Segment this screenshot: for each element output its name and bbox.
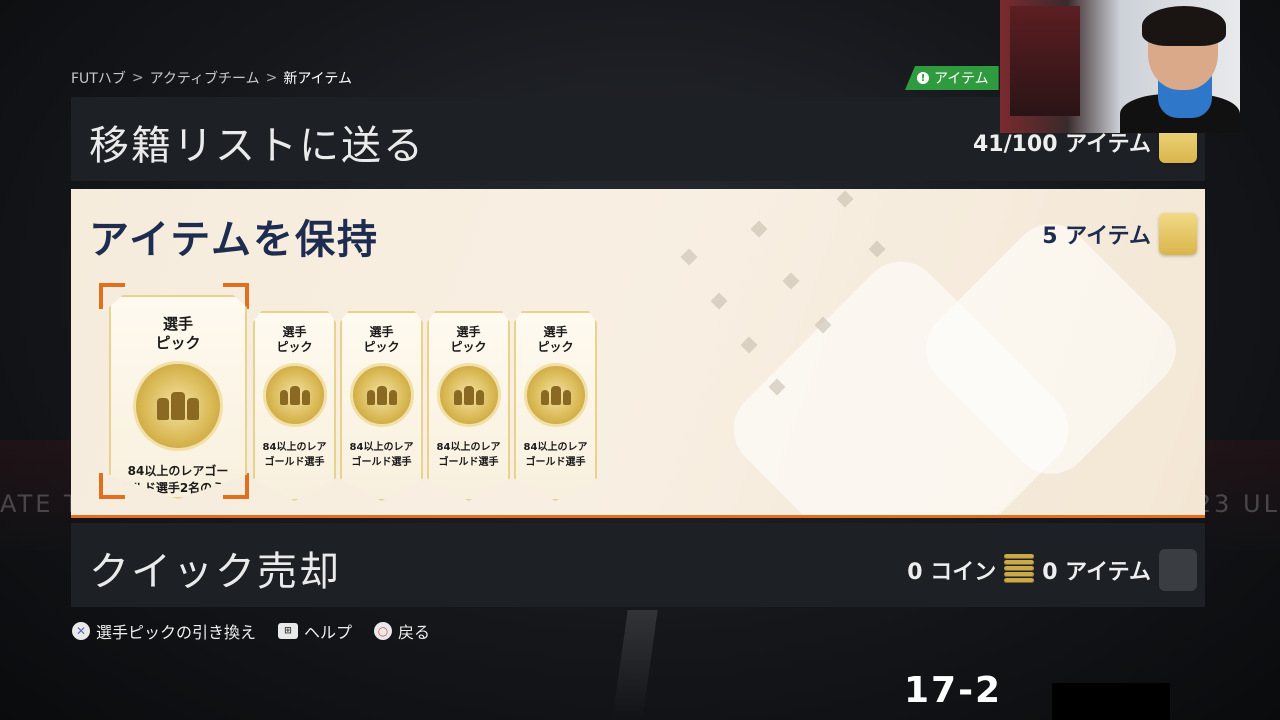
pitch-line <box>612 610 658 720</box>
decorative-diamond <box>710 292 728 310</box>
card-type-label: 選手 ピック <box>342 325 421 355</box>
breadcrumb: FUTハブ > アクティブチーム > 新アイテム <box>71 68 352 88</box>
button-hints: ✕ 選手ピックの引き換え ⊞ ヘルプ ○ 戻る <box>72 619 430 643</box>
player-pick-card[interactable]: 選手 ピック 84以上のレア ゴールド選手 <box>253 311 336 501</box>
breadcrumb-separator: > <box>265 70 278 86</box>
card-desc-line: 84以上のレア <box>523 442 588 453</box>
card-label-line: 選手 <box>543 325 568 339</box>
decorative-diamond <box>740 336 758 354</box>
card-type-label: 選手 ピック <box>516 325 595 355</box>
background-text-right: 23 UL <box>1195 490 1280 518</box>
gold-card-icon <box>1159 213 1197 255</box>
card-label-line: ピック <box>450 340 487 354</box>
player-pick-card[interactable]: 選手 ピック 84以上のレア ゴールド選手 <box>427 311 510 501</box>
transfer-list-title: 移籍リストに送る <box>89 123 425 169</box>
player-pick-card[interactable]: 選手 ピック 84以上のレア ゴールド選手 <box>340 311 423 501</box>
card-type-label: 選手 ピック <box>255 325 334 355</box>
selected-card-wrapper: 選手 ピック 84以上のレアゴー ルド選手2名のう <box>99 283 249 499</box>
card-type-label: 選手 ピック <box>429 325 508 355</box>
card-desc-line: 84以上のレアゴー <box>127 463 229 478</box>
card-description: 84以上のレア ゴールド選手 <box>429 441 508 470</box>
quick-sell-option[interactable]: クイック売却 0 コイン 0 アイテム <box>71 523 1205 607</box>
card-label-line: ピック <box>155 333 201 352</box>
gray-card-icon <box>1159 549 1197 591</box>
hint-back[interactable]: ○ 戻る <box>374 619 430 643</box>
notification-badge[interactable]: ! アイテム <box>905 66 999 90</box>
decorative-diamond <box>782 272 800 290</box>
background-text-left: ATE T <box>0 490 82 518</box>
keep-items-count: 5 アイテム <box>1042 224 1151 249</box>
keep-items-count-area: 5 アイテム <box>1042 213 1197 255</box>
hint-label: 選手ピックの引き換え <box>96 623 257 642</box>
card-desc-line: ゴールド選手 <box>264 456 325 468</box>
webcam-overlay <box>1000 0 1240 133</box>
cross-button-icon: ✕ <box>72 622 90 640</box>
quick-sell-coins: 0 コイン <box>907 560 997 585</box>
players-emblem-icon <box>436 363 501 427</box>
hint-label: 戻る <box>398 623 431 642</box>
breadcrumb-item-active-team[interactable]: アクティブチーム <box>150 68 260 88</box>
card-desc-line: 84以上のレア <box>436 442 501 453</box>
notification-label: アイテム <box>934 71 989 87</box>
card-desc-line: ゴールド選手 <box>351 456 412 468</box>
player-pick-card[interactable]: 選手 ピック 84以上のレアゴー ルド選手2名のう <box>109 295 247 499</box>
card-label-line: 選手 <box>282 325 307 339</box>
coin-stack-icon <box>1004 554 1035 586</box>
card-label-line: ピック <box>276 340 313 354</box>
decorative-diamond <box>750 220 768 238</box>
item-cards-row: 選手 ピック 84以上のレアゴー ルド選手2名のう 選手 ピック 84以上のレア… <box>99 283 597 501</box>
card-desc-line: 84以上のレア <box>262 442 327 453</box>
breadcrumb-item-new-items: 新アイテム <box>283 71 352 87</box>
players-emblem-icon <box>523 363 588 427</box>
decorative-diamond <box>836 190 854 208</box>
players-emblem-icon <box>349 363 414 427</box>
alert-icon: ! <box>917 72 929 84</box>
circle-button-icon: ○ <box>374 622 393 640</box>
card-desc-line: ゴールド選手 <box>438 456 499 468</box>
hint-help[interactable]: ⊞ ヘルプ <box>278 619 352 643</box>
players-emblem-icon <box>262 363 327 427</box>
player-pick-card[interactable]: 選手 ピック 84以上のレア ゴールド選手 <box>514 311 597 501</box>
quick-sell-title: クイック売却 <box>89 549 341 595</box>
hint-redeem-pick[interactable]: ✕ 選手ピックの引き換え <box>72 619 256 643</box>
decorative-diamond <box>868 240 886 258</box>
quick-sell-count: 0 アイテム <box>1042 560 1151 585</box>
streamer-image <box>1120 6 1240 133</box>
hint-label: ヘルプ <box>304 623 353 642</box>
card-label-line: 選手 <box>162 315 193 333</box>
players-emblem-icon <box>133 360 223 451</box>
black-overlay-box <box>1052 683 1170 720</box>
card-label-line: ピック <box>537 340 574 354</box>
card-label-line: 選手 <box>369 325 394 339</box>
decorative-diamond <box>680 248 698 266</box>
card-desc-line: ゴールド選手 <box>525 456 586 468</box>
keep-items-option[interactable]: アイテムを保持 5 アイテム 選手 ピック 84以上のレアゴー ルド選手2名のう <box>71 189 1205 518</box>
score-overlay: 17-2 <box>904 670 1003 711</box>
card-label-line: ピック <box>363 340 400 354</box>
card-desc-line: 84以上のレア <box>349 442 414 453</box>
keep-items-title: アイテムを保持 <box>89 217 379 263</box>
card-description: 84以上のレア ゴールド選手 <box>342 441 421 470</box>
card-label-line: 選手 <box>456 325 481 339</box>
breadcrumb-separator: > <box>131 70 144 86</box>
touchpad-button-icon: ⊞ <box>278 623 299 639</box>
webcam-background-poster <box>1010 6 1080 116</box>
card-type-label: 選手 ピック <box>111 315 245 353</box>
quick-sell-summary: 0 コイン 0 アイテム <box>907 549 1197 591</box>
card-description: 84以上のレア ゴールド選手 <box>516 441 595 470</box>
card-description: 84以上のレア ゴールド選手 <box>255 441 334 470</box>
breadcrumb-item-hub[interactable]: FUTハブ <box>71 68 126 88</box>
